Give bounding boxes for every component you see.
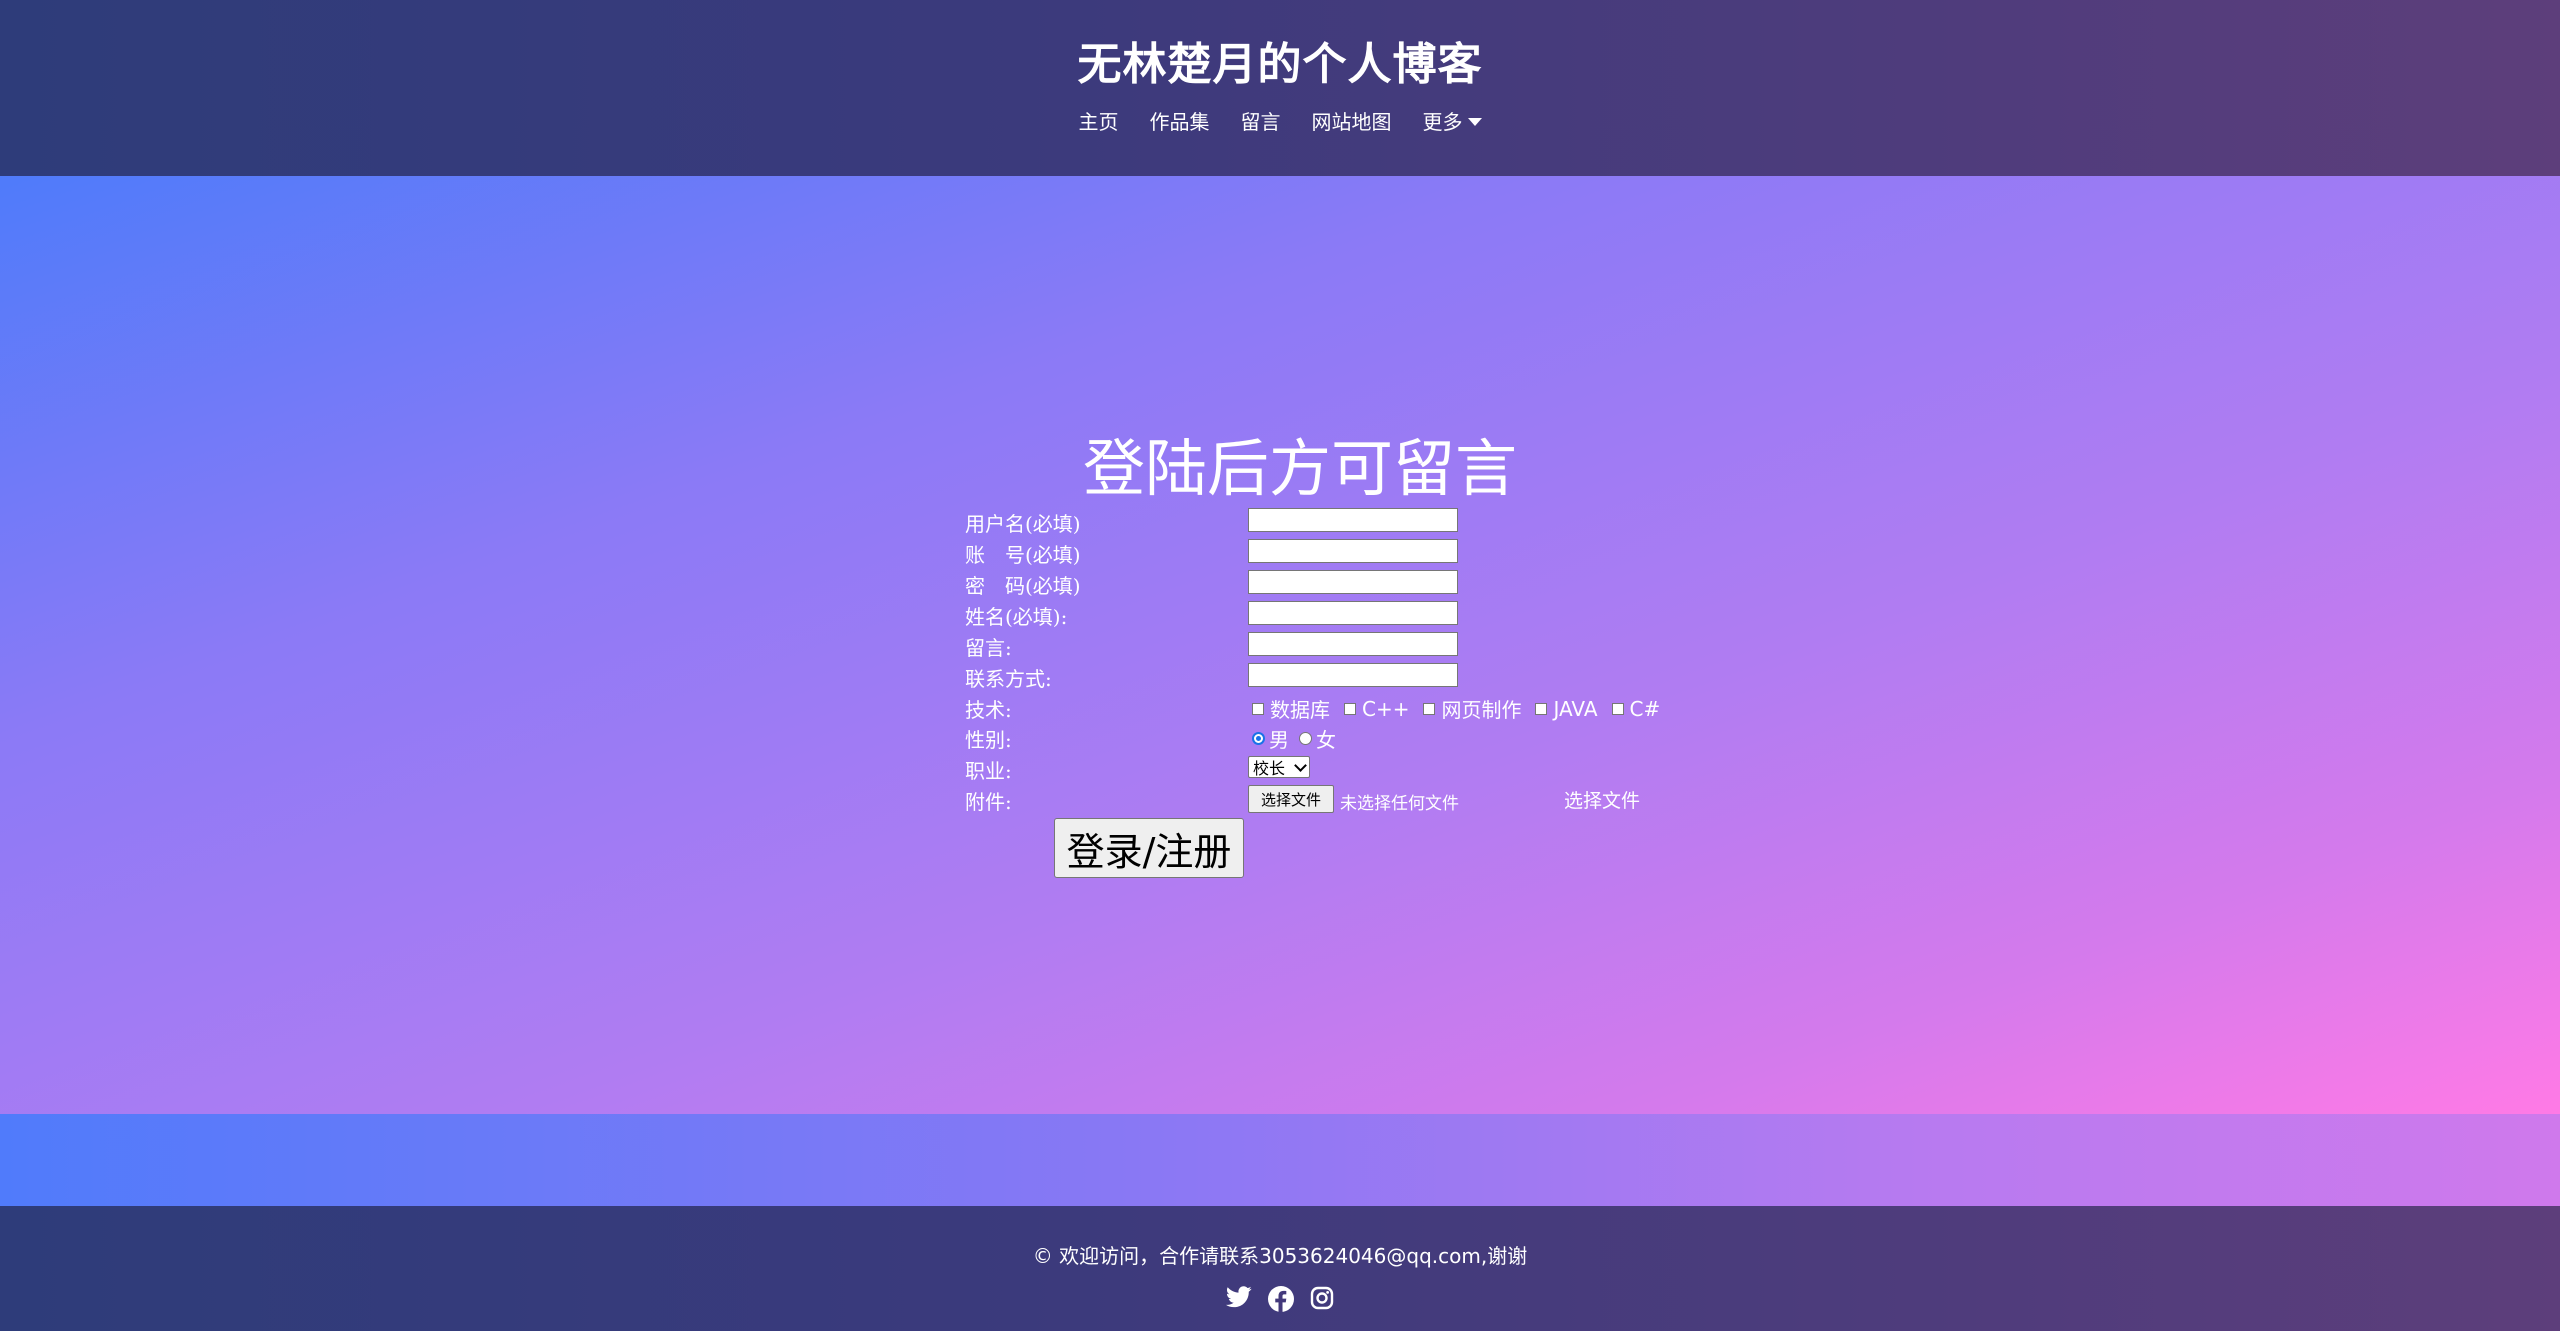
skill-label: 网页制作 xyxy=(1441,698,1522,722)
contact-input[interactable] xyxy=(1248,663,1458,687)
choose-file-link[interactable]: 选择文件 xyxy=(1564,786,1640,813)
label-skills: 技术: xyxy=(965,698,1012,722)
skill-checkbox-database[interactable] xyxy=(1252,702,1264,715)
login-register-button[interactable]: 登录/注册 xyxy=(1054,818,1244,878)
skill-label: C++ xyxy=(1362,696,1410,721)
skills-checkbox-group: 数据库 C++ 网页制作 JAVA C# xyxy=(1252,694,1674,723)
nav-item-home[interactable]: 主页 xyxy=(1079,106,1119,135)
caret-down-icon xyxy=(1467,117,1482,126)
label-gender: 性别: xyxy=(965,728,1012,752)
gender-label: 男 xyxy=(1269,728,1289,752)
label-username: 用户名(必填) xyxy=(965,512,1081,536)
nav-item-portfolio[interactable]: 作品集 xyxy=(1150,106,1210,135)
skill-checkbox-web[interactable] xyxy=(1423,702,1436,715)
label-account: 账 号(必填) xyxy=(965,543,1081,567)
skill-label: 数据库 xyxy=(1270,698,1330,722)
label-attachment: 附件: xyxy=(965,790,1012,814)
nav-item-more-dropdown[interactable]: 更多 xyxy=(1423,106,1482,135)
label-password: 密 码(必填) xyxy=(965,574,1081,598)
chevron-down-icon xyxy=(1294,758,1307,772)
nav-label: 作品集 xyxy=(1149,110,1210,134)
instagram-icon[interactable] xyxy=(1310,1286,1334,1312)
nav-label: 留言 xyxy=(1240,110,1281,134)
nav-label: 主页 xyxy=(1078,110,1119,134)
label-contact: 联系方式: xyxy=(965,667,1052,691)
skill-checkbox-cpp[interactable] xyxy=(1344,702,1356,715)
file-status-text: 未选择任何文件 xyxy=(1340,794,1459,814)
job-select[interactable]: 校长 xyxy=(1248,756,1310,778)
nav-label: 网站地图 xyxy=(1311,110,1392,134)
account-input[interactable] xyxy=(1248,539,1458,563)
twitter-icon[interactable] xyxy=(1226,1286,1252,1312)
name-input[interactable] xyxy=(1248,601,1458,625)
label-name: 姓名(必填): xyxy=(965,605,1068,629)
skill-checkbox-java[interactable] xyxy=(1535,702,1548,715)
gender-radio-female[interactable] xyxy=(1299,732,1312,745)
choose-file-button[interactable]: 选择文件 xyxy=(1248,785,1334,813)
skill-label: JAVA xyxy=(1553,696,1598,721)
label-job: 职业: xyxy=(965,759,1012,783)
message-input[interactable] xyxy=(1248,632,1458,656)
site-header: 无林楚月的个人博客 主页 作品集 留言 网站地图 更多 xyxy=(0,0,2560,176)
gender-label: 女 xyxy=(1316,728,1336,752)
nav-item-sitemap[interactable]: 网站地图 xyxy=(1312,106,1392,135)
footer-contact-text: © 欢迎访问，合作请联系3053624046@qq.com,谢谢 xyxy=(1032,1244,1528,1268)
password-input[interactable] xyxy=(1248,570,1458,594)
username-input[interactable] xyxy=(1248,508,1458,532)
social-links xyxy=(0,1286,2560,1312)
site-footer: © 欢迎访问，合作请联系3053624046@qq.com,谢谢 xyxy=(0,1206,2560,1331)
main-nav: 主页 作品集 留言 网站地图 更多 xyxy=(0,106,2560,135)
site-title: 无林楚月的个人博客 xyxy=(1077,39,1483,90)
gender-radio-male[interactable] xyxy=(1252,732,1265,745)
gender-radio-group: 男 女 xyxy=(1252,724,1350,753)
skill-label: C# xyxy=(1629,696,1661,721)
skill-checkbox-csharp[interactable] xyxy=(1611,702,1624,715)
facebook-icon[interactable] xyxy=(1268,1286,1294,1312)
nav-label: 更多 xyxy=(1422,110,1463,134)
form-title: 登陆后方可留言 xyxy=(1082,432,1517,505)
job-select-value: 校长 xyxy=(1253,759,1286,778)
label-message: 留言: xyxy=(965,636,1012,660)
gradient-strip xyxy=(0,1114,2560,1206)
nav-item-guestbook[interactable]: 留言 xyxy=(1241,106,1281,135)
